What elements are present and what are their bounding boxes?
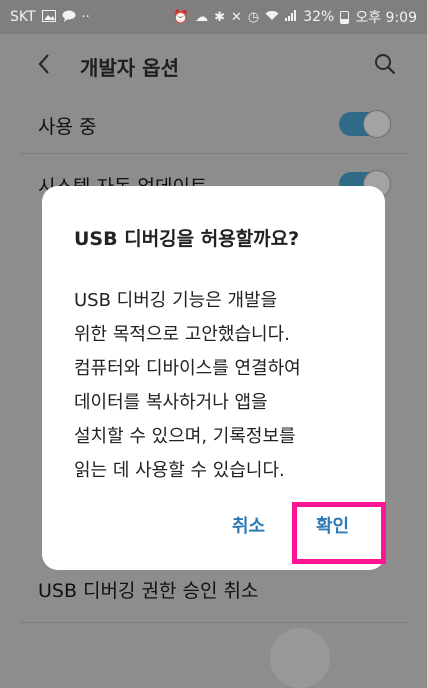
chat-icon [62,10,76,25]
toggle-knob [363,110,391,138]
chevron-left-icon [37,53,51,79]
dialog-message-line: 위한 목적으로 고안했습니다. [74,324,290,345]
confirm-button[interactable]: 확인 [316,512,349,538]
mute-icon: ✕ [230,9,242,25]
bluetooth-icon: ✱ [214,9,225,25]
status-bar: SKT ·· ⏰ ☁ ✱ ✕ ◷ 32% 오후 9:09 [0,0,427,34]
alarm-icon: ⏰ [172,9,190,25]
signal-icon [285,10,297,24]
dialog-message-line: 데이터를 복사하거나 앱을 [74,392,268,413]
setting-label: USB 디버깅 권한 승인 취소 [38,580,259,602]
battery-percent: 32% [303,9,335,25]
image-icon [41,9,56,25]
clock-time: 오후 9:09 [355,10,417,26]
setting-row-in-use[interactable]: 사용 중 [20,98,407,154]
dialog-message-line: 컴퓨터와 디바이스를 연결하여 [74,358,301,379]
carrier-label: SKT [10,9,36,25]
floating-circle [270,628,330,688]
clock-icon: ◷ [247,9,260,25]
status-right: ⏰ ☁ ✱ ✕ ◷ 32% 오후 9:09 [173,7,417,27]
status-left: SKT ·· [10,9,90,25]
dots-icon: ·· [81,9,90,25]
in-use-toggle[interactable] [339,110,391,138]
dialog-message-line: 설치할 수 있으며, 기록정보를 [74,426,296,447]
dialog-title: USB 디버깅을 허용할까요? [74,228,300,250]
page-title: 개발자 옵션 [80,56,179,80]
cancel-button[interactable]: 취소 [232,512,265,538]
setting-label: 사용 중 [38,116,97,138]
setting-row-revoke-usb[interactable]: USB 디버깅 권한 승인 취소 [20,568,407,623]
search-icon [374,53,396,79]
dialog-message-line: USB 디버깅 기능은 개발을 [74,290,278,311]
cloud-icon: ☁ [195,9,209,25]
battery-icon [340,10,350,24]
wifi-icon [265,10,279,24]
dialog-message: USB 디버깅 기능은 개발을 위한 목적으로 고안했습니다. 컴퓨터와 디바이… [74,284,364,488]
search-button[interactable] [369,50,401,82]
dialog-message-line: 읽는 데 사용할 수 있습니다. [74,460,285,481]
back-button[interactable] [28,50,60,82]
usb-debugging-dialog: USB 디버깅을 허용할까요? USB 디버깅 기능은 개발을 위한 목적으로 … [42,186,385,570]
app-bar: 개발자 옵션 [0,34,427,98]
